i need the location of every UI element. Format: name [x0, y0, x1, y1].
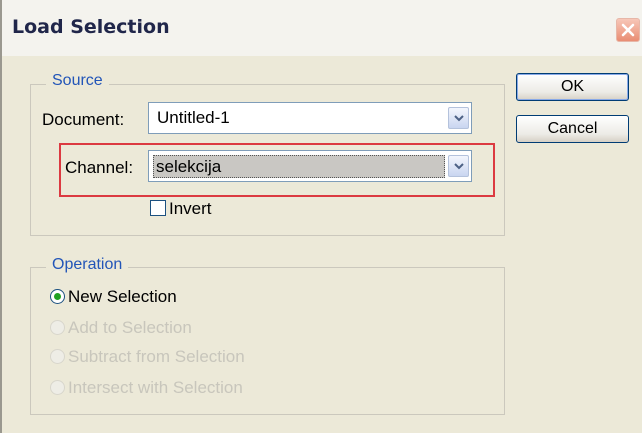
channel-label: Channel:	[65, 158, 134, 177]
invert-checkbox[interactable]	[150, 200, 166, 216]
document-select[interactable]: Untitled-1	[148, 102, 472, 134]
document-label: Document:	[42, 110, 125, 129]
title-bar[interactable]: Load Selection	[2, 0, 642, 56]
document-select-value: Untitled-1	[157, 108, 230, 127]
close-button[interactable]	[616, 18, 640, 42]
document-dropdown-button[interactable]	[448, 107, 469, 129]
ok-button[interactable]: OK	[516, 73, 629, 101]
radio-button[interactable]	[50, 289, 65, 304]
cancel-button[interactable]: Cancel	[516, 115, 629, 143]
dialog-title: Load Selection	[12, 16, 170, 38]
operation-group-title: Operation	[46, 256, 129, 274]
radio-button[interactable]	[50, 349, 65, 364]
source-group-title: Source	[46, 72, 109, 90]
radio-button[interactable]	[50, 320, 65, 335]
load-selection-dialog: Load Selection Source Document: Untitled…	[0, 0, 642, 433]
channel-select[interactable]: selekcija	[148, 150, 472, 182]
channel-dropdown-button[interactable]	[448, 155, 469, 177]
radio-label: Add to Selection	[68, 318, 192, 337]
radio-label: Subtract from Selection	[68, 347, 245, 366]
invert-label[interactable]: Invert	[169, 199, 212, 219]
radio-label: New Selection	[68, 287, 177, 306]
channel-select-value: selekcija	[153, 155, 445, 178]
radio-label: Intersect with Selection	[68, 378, 243, 397]
radio-button[interactable]	[50, 380, 65, 395]
